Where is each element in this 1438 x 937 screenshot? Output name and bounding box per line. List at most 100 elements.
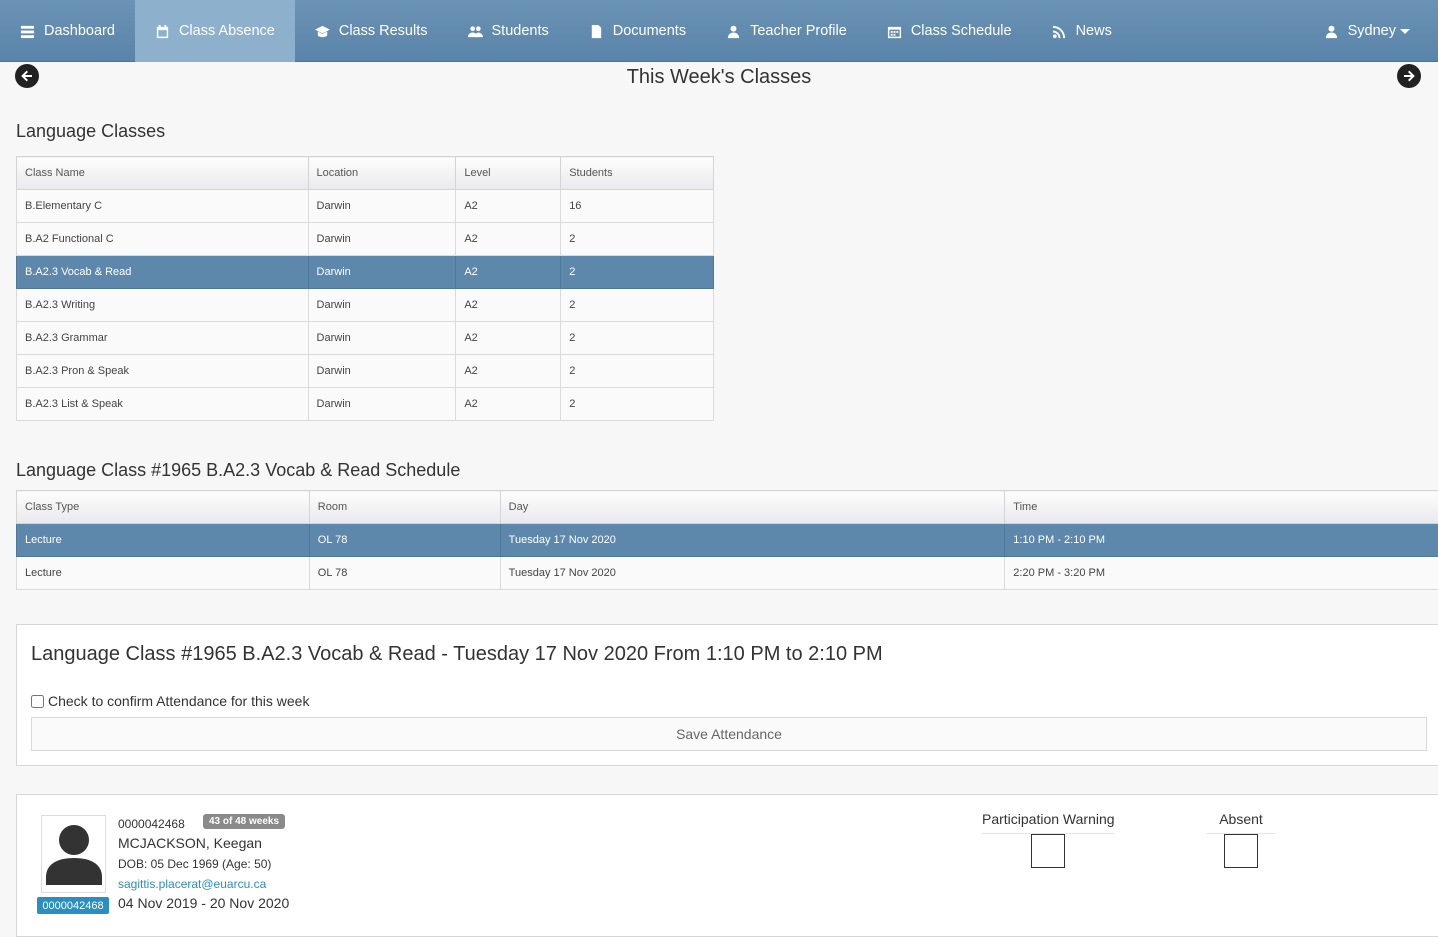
nav-students-label: Students: [491, 23, 549, 39]
class-cell: B.A2.3 List & Speak: [16, 387, 309, 421]
class-cell: A2: [455, 387, 562, 421]
student-name: MCJACKSON, Keegan: [118, 835, 262, 851]
schedule-table: Class Type Room Day Time Lecture OL 78 Tue…: [16, 490, 1438, 590]
student-id: 0000042468: [118, 817, 185, 831]
nav-class-schedule-label: Class Schedule: [910, 23, 1012, 39]
class-cell: B.A2.3 Grammar: [16, 321, 309, 355]
class-row[interactable]: B.A2.3 Grammar Darwin A2 2: [16, 321, 714, 355]
class-cell: A2: [455, 222, 562, 256]
column-header-class-type[interactable]: Class Type: [16, 490, 310, 524]
user-menu[interactable]: Sydney: [1304, 0, 1430, 62]
nav-news[interactable]: News: [1032, 0, 1132, 62]
class-row[interactable]: B.A2.3 Writing Darwin A2 2: [16, 288, 714, 322]
nav-documents[interactable]: Documents: [569, 0, 706, 62]
student-id-badge[interactable]: 0000042468: [37, 897, 109, 914]
class-row[interactable]: B.A2 Functional C Darwin A2 2: [16, 222, 714, 256]
schedule-cell: OL 78: [308, 556, 501, 590]
schedule-cell: OL 78: [308, 523, 501, 557]
column-header-room[interactable]: Room: [308, 490, 501, 524]
confirm-attendance-checkbox[interactable]: [31, 694, 44, 708]
class-cell: Darwin: [307, 387, 457, 421]
absent-label: Absent: [1219, 811, 1263, 827]
dashboard-icon: [20, 25, 35, 38]
class-cell: Darwin: [307, 255, 457, 289]
class-cell: A2: [455, 255, 562, 289]
nav-students[interactable]: Students: [448, 0, 569, 62]
schedule-row[interactable]: Lecture OL 78 Tuesday 17 Nov 2020 1:10 PM -…: [16, 523, 1438, 557]
class-cell: A2: [455, 321, 562, 355]
chevron-down-icon: [1400, 28, 1410, 34]
nav-class-results[interactable]: Class Results: [295, 0, 448, 62]
student-card: 0000042468 0000042468 43 of 48 weeks MCJ…: [16, 794, 1438, 937]
student-email-link[interactable]: sagittis.placerat@euarcu.ca: [118, 877, 266, 891]
nav-class-results-label: Class Results: [338, 23, 428, 39]
rss-icon: [1052, 25, 1065, 38]
nav-class-absence[interactable]: Class Absence: [134, 0, 295, 62]
nav-teacher-profile[interactable]: Teacher Profile: [706, 0, 867, 62]
class-cell: 2: [560, 321, 714, 355]
next-week-button[interactable]: [1397, 64, 1421, 88]
nav-dashboard-label: Dashboard: [44, 23, 115, 39]
document-icon: [591, 24, 601, 38]
class-cell: Darwin: [307, 354, 457, 388]
class-cell: Darwin: [307, 321, 457, 355]
participation-warning-checkbox[interactable]: [1031, 834, 1065, 868]
class-cell: B.A2.3 Vocab & Read: [16, 255, 309, 289]
schedule-title: Language Class #1965 B.A2.3 Vocab & Read…: [16, 460, 461, 480]
column-header-class-name[interactable]: Class Name: [16, 156, 309, 190]
class-row[interactable]: B.Elementary C Darwin A2 16: [16, 189, 714, 223]
class-cell: A2: [455, 189, 562, 223]
top-navbar: Dashboard Class Absence Class Results St…: [0, 0, 1438, 62]
class-cell: B.A2.3 Writing: [16, 288, 309, 322]
column-header-location[interactable]: Location: [307, 156, 457, 190]
user-icon: [727, 25, 740, 38]
class-row[interactable]: B.A2.3 Pron & Speak Darwin A2 2: [16, 354, 714, 388]
nav-documents-label: Documents: [612, 23, 687, 39]
save-attendance-button[interactable]: Save Attendance: [31, 717, 1427, 751]
column-header-day[interactable]: Day: [499, 490, 1006, 524]
class-cell: A2: [455, 288, 562, 322]
nav-class-absence-label: Class Absence: [178, 23, 275, 39]
graduation-cap-icon: [314, 25, 330, 37]
schedule-row[interactable]: Lecture OL 78 Tuesday 17 Nov 2020 2:20 PM -…: [16, 556, 1438, 590]
confirm-attendance[interactable]: Check to confirm Attendance for this wee…: [31, 693, 309, 709]
language-classes-title: Language Classes: [16, 121, 166, 141]
weeks-badge: 43 of 48 weeks: [203, 814, 286, 829]
schedule-cell: 2:20 PM - 3:20 PM: [1004, 556, 1438, 590]
schedule-cell: Tuesday 17 Nov 2020: [499, 556, 1006, 590]
attendance-title: Language Class #1965 B.A2.3 Vocab & Read…: [31, 643, 883, 665]
schedule-cell: Lecture: [16, 556, 310, 590]
class-cell: Darwin: [307, 288, 457, 322]
user-silhouette-icon: [45, 825, 102, 885]
nav-teacher-profile-label: Teacher Profile: [750, 23, 847, 39]
nav-news-label: News: [1075, 23, 1112, 39]
class-cell: Darwin: [307, 189, 457, 223]
class-cell: 2: [560, 354, 714, 388]
column-header-time[interactable]: Time: [1004, 490, 1438, 524]
avatar[interactable]: [41, 815, 106, 893]
class-row[interactable]: B.A2.3 Vocab & Read Darwin A2 2: [16, 255, 714, 289]
schedule-cell: Lecture: [16, 523, 310, 557]
class-cell: Darwin: [307, 222, 457, 256]
nav-class-schedule[interactable]: Class Schedule: [867, 0, 1032, 62]
class-cell: 2: [560, 387, 714, 421]
column-header-students[interactable]: Students: [560, 156, 714, 190]
nav-dashboard[interactable]: Dashboard: [0, 0, 135, 62]
class-cell: 2: [560, 288, 714, 322]
class-cell: 16: [560, 189, 714, 223]
user-name: Sydney: [1347, 23, 1396, 39]
column-header-level[interactable]: Level: [455, 156, 562, 190]
week-title: This Week's Classes: [626, 66, 812, 88]
language-classes-table: Class Name Location Level Students B.Ele…: [16, 156, 714, 421]
users-icon: [467, 25, 483, 37]
class-cell: 2: [560, 222, 714, 256]
confirm-attendance-label: Check to confirm Attendance for this wee…: [48, 693, 310, 709]
absent-checkbox[interactable]: [1224, 834, 1258, 868]
attendance-panel: Language Class #1965 B.A2.3 Vocab & Read…: [16, 624, 1438, 766]
participation-warning-label: Participation Warning: [982, 811, 1115, 827]
class-cell: B.A2.3 Pron & Speak: [16, 354, 309, 388]
user-icon: [1325, 25, 1337, 38]
class-cell: 2: [560, 255, 714, 289]
class-row[interactable]: B.A2.3 List & Speak Darwin A2 2: [16, 387, 714, 421]
class-cell: A2: [455, 354, 562, 388]
